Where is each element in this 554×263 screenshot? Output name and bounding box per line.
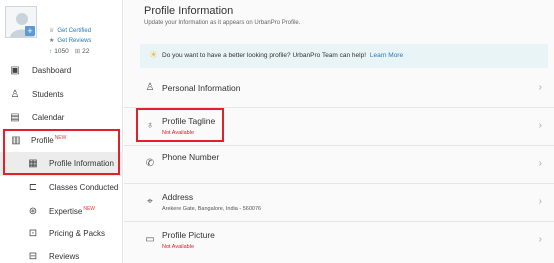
calendar-icon: ▤ [10, 112, 20, 123]
main-content: Profile Information Update your Informat… [124, 0, 554, 263]
items-count: 22 [82, 48, 90, 55]
row-profile-picture[interactable]: ▭ Profile Picture Not Available › [124, 222, 554, 260]
nav-reviews-label: Reviews [49, 252, 80, 261]
star-icon: ★ [49, 38, 55, 44]
row-title: Address [162, 192, 194, 202]
get-reviews-link[interactable]: ★ Get Reviews [49, 37, 91, 44]
person-icon: ♙ [145, 82, 155, 93]
location-pin-icon: ⌖ [147, 196, 153, 207]
get-certified-label[interactable]: Get Certified [57, 28, 91, 34]
row-personal-information[interactable]: ♙ Personal Information › [124, 70, 554, 108]
grid-icon: ⊞ [74, 48, 81, 55]
row-value: Arekere Gate, Bangalore, India - 560076 [162, 206, 262, 212]
page-subtitle: Update your Information as it appears on… [144, 20, 301, 26]
nav-expertise[interactable]: ⊛ ExpertiseNEW [0, 200, 123, 224]
row-title: Profile Picture [162, 230, 215, 240]
profile-card: + ♕ Get Certified ★ Get Reviews ↑ 1050 ⊞ 22 [0, 0, 123, 59]
row-title: Personal Information [162, 83, 241, 93]
image-icon: ▭ [145, 234, 155, 245]
chevron-right-icon: › [538, 120, 542, 131]
chevron-right-icon: › [538, 234, 542, 245]
promo-text-wrap: Do you want to have a better looking pro… [162, 52, 403, 59]
nav-calendar[interactable]: ▤ Calendar [0, 106, 123, 130]
promo-text: Do you want to have a better looking pro… [162, 52, 367, 59]
certificate-icon: ♕ [49, 28, 55, 34]
pricing-icon: ⊡ [28, 228, 38, 239]
get-certified-link[interactable]: ♕ Get Certified [49, 27, 91, 34]
nav-reviews[interactable]: ⊟ Reviews [0, 245, 123, 263]
page-title: Profile Information [144, 5, 234, 17]
row-address[interactable]: ⌖ Address Arekere Gate, Bangalore, India… [124, 184, 554, 222]
row-phone-number[interactable]: ✆ Phone Number › [124, 146, 554, 184]
nav-calendar-label: Calendar [32, 113, 65, 122]
students-icon: ♙ [10, 89, 20, 100]
add-photo-icon[interactable]: + [25, 26, 35, 36]
expertise-icon: ⊛ [28, 206, 38, 217]
promo-banner: ☀ Do you want to have a better looking p… [140, 44, 548, 68]
lightbulb-icon: ☀ [149, 50, 158, 61]
nav-classes-conducted[interactable]: ⊏ Classes Conducted [0, 176, 123, 200]
nav-pricing-packs[interactable]: ⊡ Pricing & Packs [0, 222, 123, 246]
highlight-box-profile [3, 129, 120, 175]
nav-dashboard[interactable]: ▣ Dashboard [0, 59, 123, 83]
arrow-up-icon: ↑ [49, 48, 53, 55]
classes-icon: ⊏ [28, 182, 38, 193]
new-badge: NEW [83, 206, 96, 212]
sidebar: + ♕ Get Certified ★ Get Reviews ↑ 1050 ⊞ 22 ▣… [0, 0, 123, 263]
nav-dashboard-label: Dashboard [32, 66, 72, 75]
views-count: 1050 [54, 48, 69, 55]
nav-students-label: Students [32, 90, 64, 99]
nav-classes-conducted-label: Classes Conducted [49, 183, 119, 192]
chevron-right-icon: › [538, 196, 542, 207]
get-reviews-label[interactable]: Get Reviews [57, 38, 91, 44]
dashboard-icon: ▣ [10, 65, 20, 76]
chevron-right-icon: › [538, 82, 542, 93]
row-value: Not Available [162, 244, 195, 250]
phone-icon: ✆ [145, 158, 155, 169]
highlight-box-tagline [136, 108, 224, 142]
chevron-right-icon: › [538, 158, 542, 169]
learn-more-link[interactable]: Learn More [370, 52, 403, 59]
profile-stats: ↑ 1050 ⊞ 22 [49, 47, 89, 55]
avatar[interactable]: + [5, 6, 37, 38]
nav-students[interactable]: ♙ Students [0, 83, 123, 107]
nav-expertise-label: Expertise [49, 207, 83, 216]
nav-pricing-packs-label: Pricing & Packs [49, 229, 106, 238]
row-title: Phone Number [162, 152, 220, 162]
nav-expertise-text: ExpertiseNEW [49, 206, 96, 216]
reviews-icon: ⊟ [28, 251, 38, 262]
